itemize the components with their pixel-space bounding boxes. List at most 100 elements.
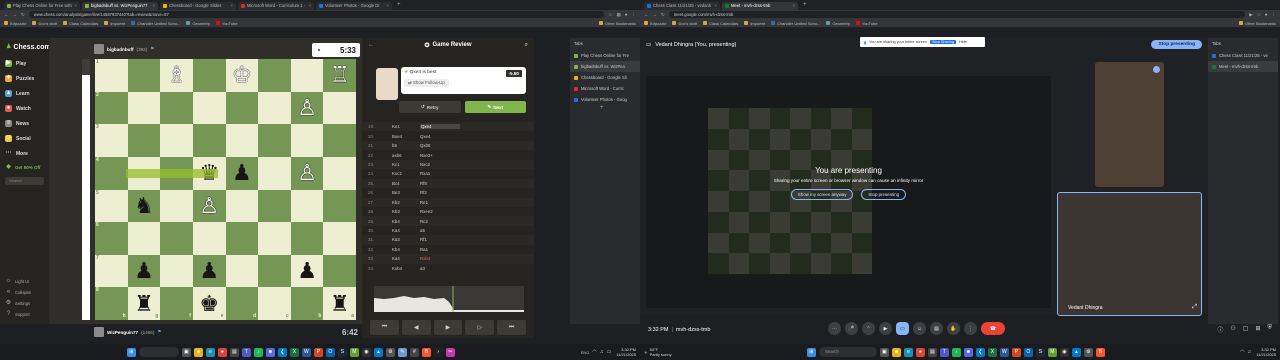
nav-social[interactable]: ☺ Social [0, 131, 49, 146]
chess-piece-icon[interactable]: ♞ [134, 194, 154, 217]
white-move[interactable]: Kb4 [380, 247, 420, 252]
obs-icon[interactable]: ◉ [1059, 347, 1069, 357]
black-move[interactable]: Rc2 [420, 219, 460, 224]
stop-sharing-button[interactable]: Stop Sharing [930, 40, 956, 44]
board-square[interactable]: f [160, 287, 193, 320]
board-square[interactable]: ♟ [225, 156, 259, 190]
chess-piece-icon[interactable]: ♚ [199, 292, 219, 315]
weather-widget[interactable]: ☀ 54°F Partly sunny [644, 347, 672, 357]
board-square[interactable]: ♙ [192, 189, 226, 223]
board-square[interactable] [290, 222, 324, 255]
reload-icon[interactable]: ↻ [21, 12, 25, 18]
board-square[interactable]: ♚ e [192, 287, 226, 320]
black-move[interactable]: Qxe4 [420, 124, 460, 130]
raise-hand-icon[interactable]: ✋ [947, 322, 960, 335]
avatar[interactable] [94, 327, 104, 337]
board-square[interactable] [192, 124, 226, 157]
store-icon[interactable]: ▤ [229, 347, 239, 357]
board-square[interactable] [290, 189, 324, 223]
board-square[interactable] [160, 222, 193, 255]
board-square[interactable]: ♜ a [323, 287, 356, 320]
side-tab-item[interactable]: Chessboard - Google Sli [570, 72, 640, 83]
white-move[interactable]: Kb3 [380, 209, 420, 214]
bookmark-folder[interactable]: Importnt [744, 21, 765, 26]
board-square[interactable] [225, 189, 259, 223]
camera-icon[interactable]: ▶ [879, 322, 892, 335]
white-move[interactable]: axb6 [380, 153, 420, 158]
close-tab-icon[interactable]: × [75, 2, 77, 10]
powerpoint-icon[interactable]: P [313, 347, 323, 357]
top-player-name[interactable]: bigbadnbuff [107, 47, 134, 52]
white-move[interactable]: Kb2 [380, 200, 420, 205]
show-follow-up-button[interactable]: ⇄ Show Follow-Up [404, 79, 449, 87]
black-move[interactable]: a3 [420, 266, 460, 271]
address-bar[interactable]: www.chess.com/analysis/game/live/1458793… [28, 11, 605, 18]
evaluation-graph[interactable] [374, 286, 524, 312]
chess-piece-icon[interactable]: ♜ [134, 292, 154, 315]
black-move[interactable]: Rxa1 [420, 171, 460, 176]
snipping-tool-icon[interactable]: ✂ [445, 347, 455, 357]
black-move[interactable]: Re1 [420, 200, 460, 205]
chess-piece-icon[interactable]: ♟ [134, 260, 154, 282]
participant-video-tile[interactable] [1095, 62, 1164, 187]
edge-icon[interactable]: e [903, 347, 913, 357]
taskbar-clock[interactable]: 3:32 PM 11/21/2025 [1256, 347, 1276, 357]
bookmark-folder[interactable]: Doc's stuff [32, 21, 57, 26]
file-explorer-icon[interactable]: ■ [891, 347, 901, 357]
board-square[interactable] [323, 156, 356, 190]
brave-icon[interactable]: B [1095, 347, 1105, 357]
board-square[interactable] [192, 91, 226, 125]
edge-icon[interactable]: e [205, 347, 215, 357]
nav-watch[interactable]: ● Watch [0, 101, 49, 116]
board-square[interactable] [323, 124, 356, 157]
bookmark-star-icon[interactable]: ☆ [608, 12, 612, 18]
black-move[interactable]: Ra1 [420, 247, 460, 252]
board-square[interactable]: ♟ [290, 254, 324, 288]
white-move[interactable]: Kb4 [380, 219, 420, 224]
stop-presenting-overlay-button[interactable]: Stop presenting [861, 189, 907, 200]
powerpoint-icon[interactable]: P [1011, 347, 1021, 357]
outlook-icon[interactable]: O [1023, 347, 1033, 357]
bookmark-folder[interactable]: Class Calendars [702, 21, 738, 26]
previous-move-button[interactable]: ◀ [401, 319, 431, 335]
white-move[interactable]: Ka4 [380, 228, 420, 233]
board-square[interactable] [290, 59, 324, 92]
word-icon[interactable]: W [301, 347, 311, 357]
black-move[interactable]: Rf1 [420, 237, 460, 242]
white-move[interactable]: Ka3 [380, 237, 420, 242]
side-tab-item[interactable]: Play Chess Online for Fre [570, 50, 640, 61]
more-options-icon[interactable]: ⋮ [964, 322, 977, 335]
bookmark-item[interactable]: YouTube [855, 21, 878, 26]
next-move-button[interactable]: ▷ [465, 319, 495, 335]
notepad-icon[interactable]: ✎ [397, 347, 407, 357]
board-square[interactable] [127, 59, 161, 92]
host-controls-icon[interactable]: ⛨ [1267, 325, 1272, 334]
board-square[interactable] [258, 91, 291, 125]
nav-more[interactable]: ⋯ More [0, 146, 49, 161]
new-tab-icon[interactable]: + [800, 1, 810, 10]
chrome-icon[interactable]: ● [217, 347, 227, 357]
light-ui-toggle[interactable]: ☼ Light UI [0, 276, 49, 287]
close-tab-icon[interactable]: × [231, 2, 233, 10]
activities-icon[interactable]: ⊞ [1255, 325, 1260, 334]
windows-start-icon[interactable]: ⊞ [126, 347, 136, 357]
board-square[interactable] [160, 91, 193, 125]
browser-tab-active[interactable]: Meet - mvh-dzss-tmb × [722, 2, 798, 10]
chess-piece-icon[interactable]: ♟ [232, 162, 252, 184]
back-icon[interactable]: ← [644, 12, 649, 17]
avatar[interactable] [94, 44, 104, 54]
close-tab-icon[interactable]: × [153, 2, 155, 10]
other-bookmarks[interactable]: Other Bookmarks [598, 21, 636, 26]
white-move[interactable]: Bc4 [380, 181, 420, 186]
emoji-reaction-icon[interactable]: ☺ [913, 322, 926, 335]
board-square[interactable] [160, 124, 193, 157]
board-square[interactable]: ♔ [225, 59, 259, 92]
board-square[interactable] [323, 222, 356, 255]
discord-icon[interactable]: ☻ [963, 347, 973, 357]
chess-piece-icon[interactable]: ♙ [199, 194, 219, 217]
chess-logo[interactable]: ♟ Chess.com [0, 38, 51, 56]
volume-icon[interactable]: ♫ [600, 349, 604, 355]
spotify-icon[interactable]: ♪ [951, 347, 961, 357]
white-move[interactable]: Ke1 [380, 124, 420, 129]
obs-icon[interactable]: ◉ [361, 347, 371, 357]
